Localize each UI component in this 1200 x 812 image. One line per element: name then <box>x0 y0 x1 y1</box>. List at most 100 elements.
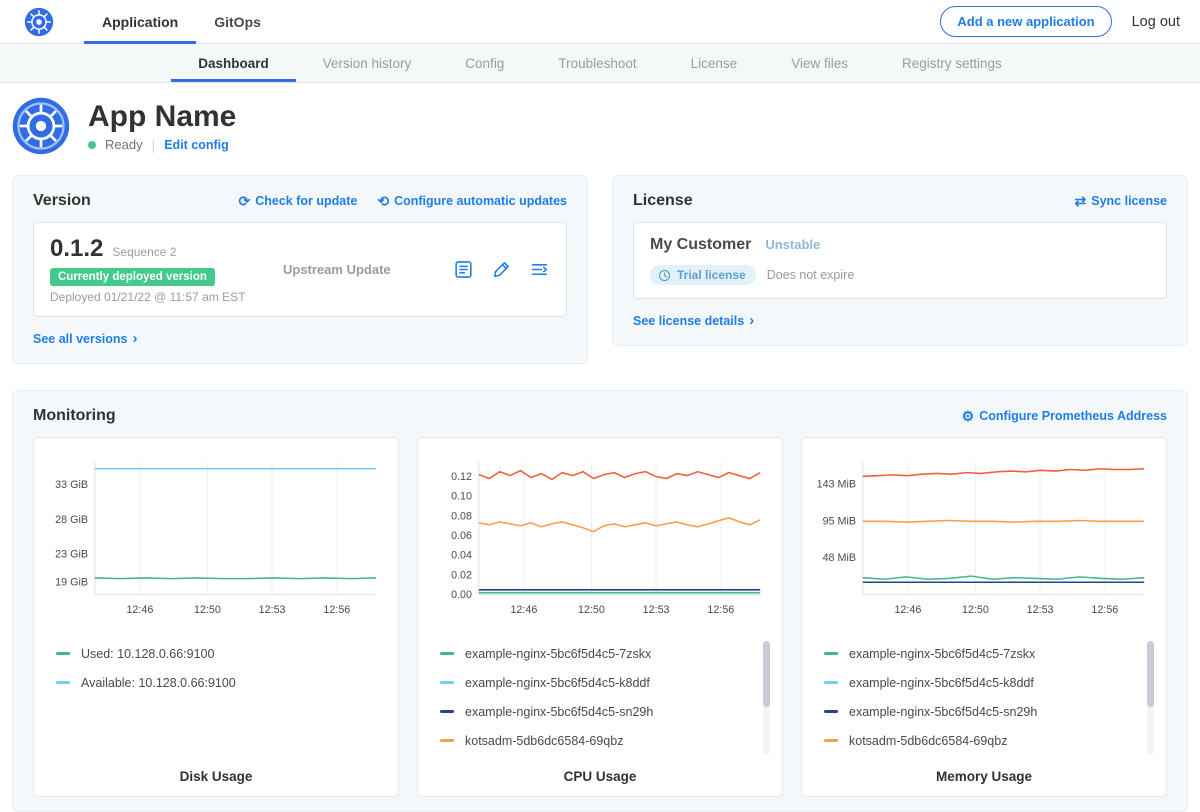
edit-config-link[interactable]: Edit config <box>164 138 229 152</box>
tab-config[interactable]: Config <box>438 44 531 82</box>
deployed-badge: Currently deployed version <box>50 268 215 286</box>
deployed-timestamp: Deployed 01/21/22 @ 11:57 am EST <box>50 290 275 304</box>
legend-item: Used: 10.128.0.66:9100 <box>56 639 372 668</box>
chart-title: Memory Usage <box>814 769 1154 784</box>
svg-text:12:50: 12:50 <box>962 604 989 616</box>
legend-scrollbar[interactable] <box>1147 641 1154 755</box>
see-all-versions-link[interactable]: See all versions › <box>33 330 138 347</box>
legend-label: example-nginx-5bc6f5d4c5-k8ddf <box>849 676 1034 690</box>
legend-scrollbar-thumb[interactable] <box>763 641 770 707</box>
legend-scrollbar[interactable] <box>763 641 770 755</box>
svg-text:0.08: 0.08 <box>451 510 472 522</box>
legend-item: example-nginx-5bc6f5d4c5-k8ddf <box>824 668 1140 697</box>
disk-usage-legend: Used: 10.128.0.66:9100 Available: 10.128.… <box>46 639 386 757</box>
cpu-usage-legend: example-nginx-5bc6f5d4c5-7zskx example-ng… <box>430 639 770 757</box>
deploy-logs-icon[interactable] <box>529 259 550 280</box>
tab-registry-settings[interactable]: Registry settings <box>875 44 1029 82</box>
charts-row: 12:4612:5012:5312:5619 GiB23 GiB28 GiB33… <box>33 437 1167 797</box>
nav-tab-gitops[interactable]: GitOps <box>196 0 279 44</box>
status-dot <box>88 141 96 149</box>
svg-text:12:53: 12:53 <box>1027 604 1054 616</box>
legend-scrollbar-thumb[interactable] <box>1147 641 1154 707</box>
license-card: License ⇄ Sync license My Customer Unsta… <box>612 175 1188 346</box>
sync-license-link[interactable]: ⇄ Sync license <box>1075 194 1167 208</box>
logout-link[interactable]: Log out <box>1132 14 1180 30</box>
summary-cards-row: Version ⟳ Check for update ⟲ Configure a… <box>0 175 1200 364</box>
tab-troubleshoot[interactable]: Troubleshoot <box>531 44 663 82</box>
license-expiry: Does not expire <box>767 268 855 282</box>
app-header: App Name Ready | Edit config <box>0 83 1200 175</box>
legend-item: example-nginx-5bc6f5d4c5-sn29h <box>824 697 1140 726</box>
tab-version-history[interactable]: Version history <box>296 44 439 82</box>
svg-text:48 MiB: 48 MiB <box>823 552 856 564</box>
tab-license[interactable]: License <box>664 44 765 82</box>
legend-item: example-nginx-5bc6f5d4c5-7zskx <box>440 639 756 668</box>
svg-text:12:46: 12:46 <box>510 604 537 616</box>
trial-license-badge: Trial license <box>650 265 756 285</box>
configure-automatic-updates-link[interactable]: ⟲ Configure automatic updates <box>377 194 567 208</box>
legend-swatch <box>824 739 838 742</box>
auto-update-icon: ⟲ <box>377 194 389 208</box>
top-nav: Application GitOps <box>84 0 279 44</box>
svg-text:12:56: 12:56 <box>707 604 734 616</box>
divider: | <box>152 137 156 153</box>
nav-tab-gitops-label: GitOps <box>214 14 261 30</box>
legend-label: example-nginx-5bc6f5d4c5-sn29h <box>849 705 1037 719</box>
topbar: Application GitOps Add a new application… <box>0 0 1200 44</box>
license-channel: Unstable <box>765 237 820 252</box>
chart-title: Disk Usage <box>46 769 386 784</box>
refresh-icon: ⟳ <box>238 194 250 208</box>
legend-swatch <box>56 652 70 655</box>
legend-swatch <box>440 652 454 655</box>
legend-swatch <box>440 710 454 713</box>
configure-prometheus-label: Configure Prometheus Address <box>979 409 1167 423</box>
cpu-usage-chart: 12:4612:5012:5312:560.000.020.040.060.08… <box>430 452 770 627</box>
tab-dashboard[interactable]: Dashboard <box>171 44 296 82</box>
current-version-box: 0.1.2 Sequence 2 Currently deployed vers… <box>33 222 567 317</box>
configure-prometheus-link[interactable]: ⚙ Configure Prometheus Address <box>962 409 1167 423</box>
svg-text:0.12: 0.12 <box>451 471 472 483</box>
svg-text:143 MiB: 143 MiB <box>817 479 856 491</box>
chart-svg: 12:4612:5012:5312:560.000.020.040.060.08… <box>430 452 770 624</box>
gear-icon: ⚙ <box>962 409 975 423</box>
add-application-button[interactable]: Add a new application <box>940 6 1111 37</box>
sync-icon: ⇄ <box>1075 194 1087 208</box>
cpu-usage-panel: 12:4612:5012:5312:560.000.020.040.060.08… <box>417 437 783 797</box>
page-title: App Name <box>88 100 236 133</box>
clock-icon <box>658 269 671 282</box>
check-for-update-label: Check for update <box>255 194 357 208</box>
configure-automatic-updates-label: Configure automatic updates <box>394 194 567 208</box>
monitoring-title: Monitoring <box>33 407 116 425</box>
svg-text:0.10: 0.10 <box>451 491 472 503</box>
release-notes-icon[interactable] <box>453 259 474 280</box>
legend-swatch <box>824 652 838 655</box>
disk-usage-chart: 12:4612:5012:5312:5619 GiB23 GiB28 GiB33… <box>46 452 386 627</box>
version-number: 0.1.2 <box>50 235 103 263</box>
sync-license-label: Sync license <box>1091 194 1167 208</box>
svg-text:12:50: 12:50 <box>194 604 221 616</box>
app-icon <box>12 97 70 155</box>
chart-svg: 12:4612:5012:5312:5619 GiB23 GiB28 GiB33… <box>46 452 386 624</box>
kubernetes-logo-icon <box>24 7 54 37</box>
check-for-update-link[interactable]: ⟳ Check for update <box>238 194 357 208</box>
svg-text:12:56: 12:56 <box>1091 604 1118 616</box>
version-card: Version ⟳ Check for update ⟲ Configure a… <box>12 175 588 364</box>
edit-config-label: Edit config <box>164 138 229 152</box>
legend-swatch <box>56 681 70 684</box>
see-license-details-link[interactable]: See license details › <box>633 312 754 329</box>
legend-item: Available: 10.128.0.66:9100 <box>56 668 372 697</box>
legend-item: kotsadm-5db6dc6584-69qbz <box>824 726 1140 755</box>
chart-svg: 12:4612:5012:5312:5648 MiB95 MiB143 MiB <box>814 452 1154 624</box>
nav-tab-application[interactable]: Application <box>84 0 196 44</box>
legend-item: example-nginx-5bc6f5d4c5-k8ddf <box>440 668 756 697</box>
legend-label: example-nginx-5bc6f5d4c5-k8ddf <box>465 676 650 690</box>
legend-item: kotsadm-5db6dc6584-69qbz <box>440 726 756 755</box>
legend-label: kotsadm-5db6dc6584-69qbz <box>849 734 1007 748</box>
legend-swatch <box>824 681 838 684</box>
trial-license-label: Trial license <box>677 268 746 282</box>
config-edit-icon[interactable] <box>491 259 512 280</box>
svg-text:12:50: 12:50 <box>578 604 605 616</box>
tab-view-files[interactable]: View files <box>764 44 875 82</box>
legend-label: Available: 10.128.0.66:9100 <box>81 676 236 690</box>
see-license-details-label: See license details <box>633 314 744 328</box>
